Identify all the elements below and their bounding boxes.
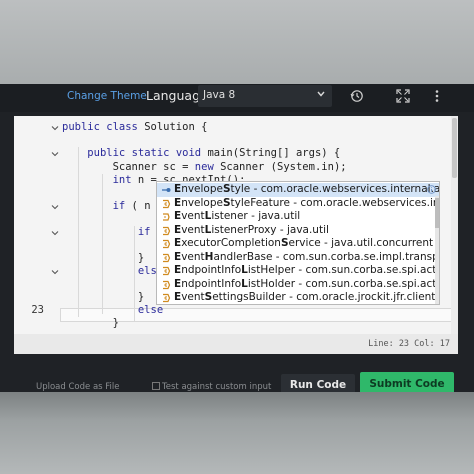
- autocomplete-item-label: EnvelopeStyle - com.oracle.webservices.i…: [174, 183, 440, 195]
- autocomplete-item-label: EnvelopeStyleFeature - com.oracle.webser…: [174, 196, 439, 209]
- autocomplete-item[interactable]: EnvelopeStyleFeature - com.oracle.webser…: [157, 196, 439, 211]
- language-value: Java 8: [203, 89, 236, 101]
- code-line: }: [62, 317, 119, 329]
- autocomplete-item[interactable]: EventHandlerBase - com.sun.corba.se.impl…: [157, 250, 440, 265]
- action-bar: Upload Code as File Test against custom …: [0, 354, 474, 392]
- class-icon: [163, 226, 171, 235]
- field-icon: [162, 188, 171, 192]
- fold-chevron-icon[interactable]: [51, 268, 59, 276]
- autocomplete-item-label: EventListenerProxy - java.util: [174, 223, 329, 236]
- class-icon: [163, 239, 171, 249]
- autocomplete-item[interactable]: EventListenerProxy - java.util: [157, 223, 439, 238]
- autocomplete-item-label: ExecutorCompletionService - java.util.co…: [174, 237, 434, 249]
- autocomplete-item[interactable]: EndpointInfoListHelper - com.sun.corba.s…: [157, 264, 439, 278]
- fold-chevron-icon[interactable]: [51, 150, 59, 158]
- autocomplete-item[interactable]: EndpointInfoListHolder - com.sun.corba.s…: [157, 277, 439, 292]
- class-icon: [163, 266, 171, 276]
- more-options-icon[interactable]: [430, 89, 444, 103]
- upload-code-link[interactable]: Upload Code as File: [36, 382, 120, 392]
- autocomplete-item-label: EventSettingsBuilder - com.oracle.jrocki…: [174, 291, 436, 303]
- change-theme-link[interactable]: Change Theme: [67, 90, 147, 102]
- submit-code-button[interactable]: Submit Code: [360, 372, 454, 392]
- indent-guide: [102, 174, 103, 314]
- editor-scroll-thumb[interactable]: [452, 118, 457, 178]
- interface-icon: [163, 213, 170, 221]
- code-line: }: [62, 252, 145, 264]
- code-line: public static void main(String[] args) {: [87, 147, 341, 159]
- autocomplete-item-label: EndpointInfoListHolder - com.sun.corba.s…: [174, 277, 439, 290]
- indent-guide: [134, 226, 135, 321]
- autocomplete-item-label: EndpointInfoListHelper - com.sun.corba.s…: [174, 264, 439, 276]
- code-line: public class Solution {: [62, 121, 208, 133]
- language-select[interactable]: Java 8: [198, 85, 332, 107]
- autocomplete-item[interactable]: ExecutorCompletionService - java.util.co…: [157, 237, 439, 251]
- autocomplete-popup[interactable]: EnvelopeStyle - com.oracle.webservices.i…: [156, 181, 440, 305]
- chevron-down-icon: [317, 91, 325, 97]
- editor-scrollbar[interactable]: [451, 116, 458, 334]
- code-editor-screen: Change Theme Language Java 8 public clas…: [0, 84, 474, 392]
- info-icon[interactable]: [427, 185, 436, 194]
- autocomplete-item[interactable]: EventSettingsBuilder - com.oracle.jrocki…: [157, 291, 439, 304]
- line-number: 23: [31, 304, 44, 316]
- custom-input-label: Test against custom input: [162, 382, 272, 392]
- autocomplete-item-label: EventListener - java.util: [174, 210, 301, 222]
- custom-input-checkbox[interactable]: [152, 382, 160, 390]
- class-icon: [163, 280, 171, 289]
- autocomplete-item-label: EventHandlerBase - com.sun.corba.se.impl…: [174, 250, 440, 263]
- fold-chevron-icon[interactable]: [51, 124, 59, 132]
- fullscreen-icon[interactable]: [396, 89, 410, 103]
- indent-guide: [78, 147, 79, 317]
- background-top: [0, 0, 474, 84]
- history-icon[interactable]: [350, 89, 364, 103]
- code-line: }: [62, 291, 145, 303]
- fold-chevron-icon[interactable]: [51, 203, 59, 211]
- background-bottom: [0, 392, 474, 474]
- class-icon: [163, 253, 171, 262]
- code-line: Scanner sc = new Scanner (System.in);: [112, 161, 347, 173]
- editor-toolbar: Change Theme Language Java 8: [0, 84, 474, 112]
- autocomplete-scroll-thumb[interactable]: [435, 198, 439, 228]
- autocomplete-item[interactable]: EventListener - java.util: [157, 210, 439, 224]
- fold-chevron-icon[interactable]: [51, 229, 59, 237]
- autocomplete-item[interactable]: EnvelopeStyle - com.oracle.webservices.i…: [157, 183, 440, 197]
- class-icon: [163, 199, 171, 208]
- run-code-button[interactable]: Run Code: [281, 374, 355, 392]
- cursor-position: Line: 23 Col: 17: [368, 339, 450, 349]
- autocomplete-scrollbar[interactable]: [435, 196, 439, 304]
- class-icon: [163, 293, 171, 303]
- editor-statusbar: Line: 23 Col: 17: [14, 334, 458, 354]
